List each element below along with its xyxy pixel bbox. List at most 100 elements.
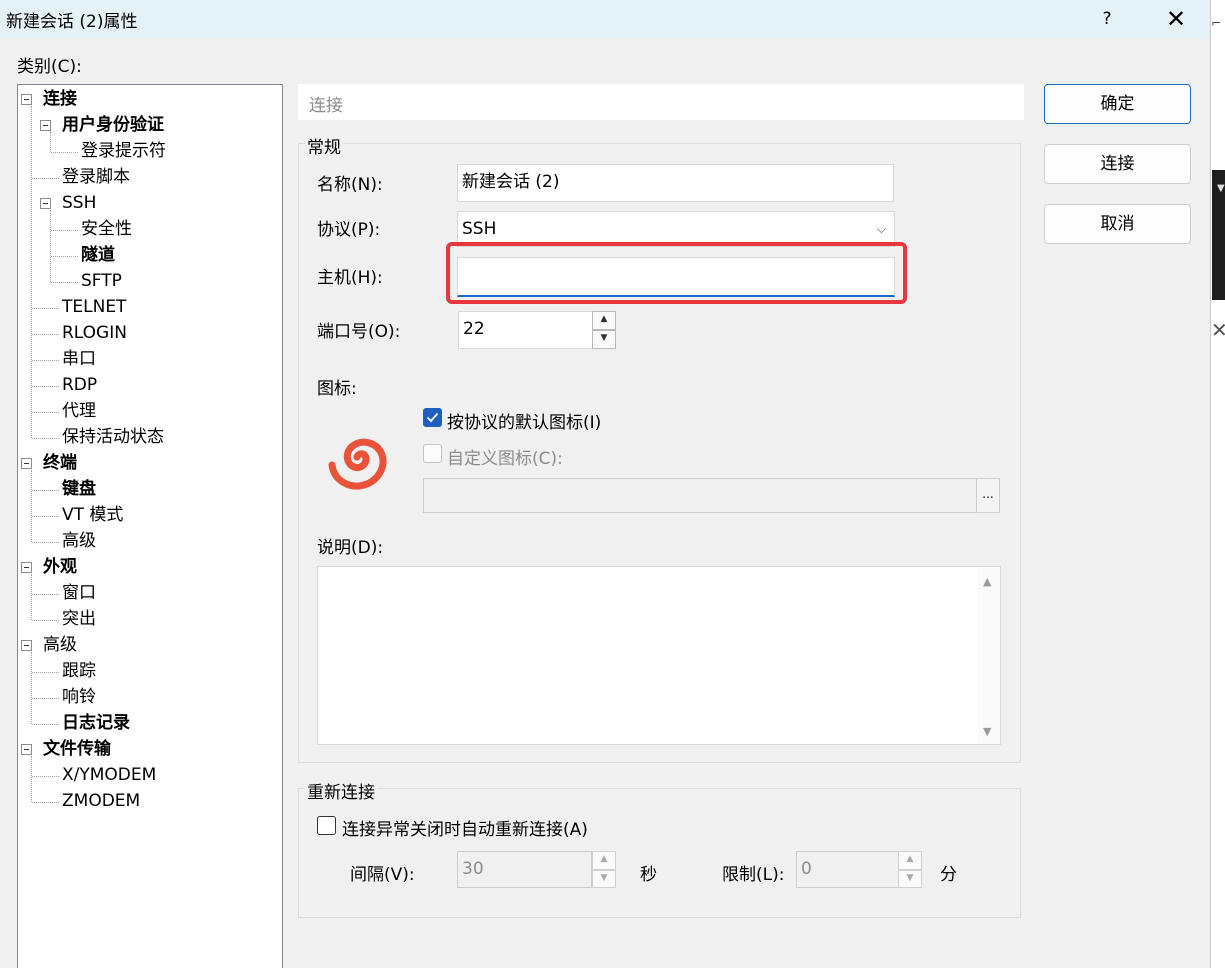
tree-item[interactable]: 窗口: [62, 581, 96, 605]
tree-connector-line: [32, 594, 59, 595]
tree-item[interactable]: 连接: [43, 87, 77, 111]
spin-up-icon[interactable]: ▲: [898, 851, 922, 870]
tree-connector-line: [32, 438, 59, 439]
tree-connector-line: [32, 698, 59, 699]
custom-icon-path-input[interactable]: [423, 478, 977, 513]
spin-up-icon[interactable]: ▲: [592, 851, 616, 870]
tree-item[interactable]: 突出: [62, 607, 96, 631]
name-label: 名称(N):: [317, 175, 383, 195]
session-logo-icon: [328, 438, 387, 490]
tree-connector-line: [32, 542, 59, 543]
tree-item[interactable]: 键盘: [62, 477, 96, 501]
tree-item[interactable]: 用户身份验证: [62, 113, 164, 137]
cancel-button[interactable]: 取消: [1044, 204, 1191, 244]
name-input[interactable]: 新建会话 (2): [457, 164, 894, 202]
tree-item[interactable]: SSH: [62, 191, 96, 215]
tree-connector-line: [32, 776, 59, 777]
limit-label: 限制(L):: [722, 865, 785, 885]
tree-item[interactable]: 外观: [43, 555, 77, 579]
protocol-label: 协议(P):: [317, 220, 381, 240]
tree-item[interactable]: ZMODEM: [62, 789, 140, 813]
icon-label: 图标:: [317, 379, 357, 399]
tree-expander-icon[interactable]: [21, 744, 32, 755]
tree-guide-line: [31, 574, 32, 620]
tree-item[interactable]: 串口: [62, 347, 96, 371]
spin-up-icon[interactable]: ▲: [592, 311, 616, 330]
tree-item[interactable]: 高级: [62, 529, 96, 553]
custom-icon-label: 自定义图标(C):: [447, 449, 563, 469]
tree-item[interactable]: 跟踪: [62, 659, 96, 683]
connect-button[interactable]: 连接: [1044, 144, 1191, 184]
description-label: 说明(D):: [317, 538, 384, 558]
protocol-value: SSH: [462, 219, 497, 239]
tree-item[interactable]: 高级: [43, 633, 77, 657]
tree-item[interactable]: 隧道: [81, 243, 115, 267]
port-input[interactable]: 22: [458, 311, 593, 349]
description-textarea[interactable]: ▲ ▼: [317, 566, 1001, 745]
tree-item[interactable]: 文件传输: [43, 737, 111, 761]
tree-expander-icon[interactable]: [21, 458, 32, 469]
interval-spinner[interactable]: ▲ ▼: [592, 851, 616, 888]
background-window-glyph: ⌐: [1211, 16, 1222, 30]
close-icon[interactable]: ✕: [1160, 4, 1192, 34]
window-title: 新建会话 (2)属性: [6, 12, 138, 32]
tree-item[interactable]: X/YMODEM: [62, 763, 156, 787]
title-bar: [0, 0, 1210, 38]
spin-down-icon[interactable]: ▼: [592, 330, 616, 349]
tree-expander-icon[interactable]: [40, 120, 51, 131]
custom-icon-checkbox[interactable]: [423, 444, 442, 463]
section-title: 连接: [309, 96, 343, 116]
tree-guide-line: [31, 756, 32, 802]
reconnect-legend: 重新连接: [305, 778, 377, 803]
interval-input[interactable]: 30: [457, 851, 592, 888]
tree-item[interactable]: SFTP: [81, 269, 122, 293]
tree-connector-line: [32, 178, 59, 179]
tree-item[interactable]: 登录提示符: [81, 139, 166, 163]
tree-item[interactable]: 终端: [43, 451, 77, 475]
tree-connector-line: [32, 672, 59, 673]
tree-connector-line: [32, 412, 59, 413]
tree-item[interactable]: VT 模式: [62, 503, 123, 527]
tree-connector-line: [32, 386, 59, 387]
tree-item[interactable]: 响铃: [62, 685, 96, 709]
tree-item[interactable]: 代理: [62, 399, 96, 423]
checkmark-icon: [426, 412, 439, 423]
port-spinner[interactable]: ▲ ▼: [592, 311, 616, 349]
host-label: 主机(H):: [317, 268, 383, 288]
limit-unit: 分: [940, 865, 957, 885]
tree-item[interactable]: 保持活动状态: [62, 425, 164, 449]
browse-icon-button[interactable]: ...: [976, 478, 1000, 513]
tree-item[interactable]: TELNET: [62, 295, 126, 319]
section-header: [298, 84, 1024, 120]
tree-item[interactable]: 登录脚本: [62, 165, 130, 189]
tree-expander-icon[interactable]: [21, 94, 32, 105]
tree-connector-line: [51, 256, 78, 257]
spin-down-icon[interactable]: ▼: [898, 869, 922, 888]
help-button[interactable]: ?: [1092, 4, 1122, 34]
tree-guide-line: [31, 470, 32, 542]
tree-expander-icon[interactable]: [21, 640, 32, 651]
auto-reconnect-checkbox[interactable]: [317, 816, 336, 835]
category-label: 类别(C):: [17, 57, 82, 77]
interval-label: 间隔(V):: [350, 865, 415, 885]
description-scrollbar[interactable]: ▲ ▼: [978, 567, 1000, 744]
scroll-down-icon[interactable]: ▼: [983, 725, 991, 738]
tree-item[interactable]: RDP: [62, 373, 97, 397]
default-icon-checkbox[interactable]: [423, 408, 442, 427]
spin-down-icon[interactable]: ▼: [592, 869, 616, 888]
tree-connector-line: [32, 308, 59, 309]
tree-item[interactable]: 日志记录: [62, 711, 130, 735]
category-tree[interactable]: 连接 用户身份验证 登录提示符 登录脚本 SSH 安全性 隧道 SFTP TELNET RLOGI…: [17, 84, 283, 968]
tree-expander-icon[interactable]: [21, 562, 32, 573]
tree-connector-line: [32, 360, 59, 361]
scroll-up-icon[interactable]: ▲: [983, 575, 991, 588]
tree-expander-icon[interactable]: [40, 198, 51, 209]
ok-button[interactable]: 确定: [1044, 84, 1191, 124]
tree-item[interactable]: RLOGIN: [62, 321, 127, 345]
limit-spinner[interactable]: ▲ ▼: [898, 851, 922, 888]
tree-connector-line: [51, 282, 78, 283]
tree-item[interactable]: 安全性: [81, 217, 132, 241]
auto-reconnect-label: 连接异常关闭时自动重新连接(A): [342, 820, 588, 840]
limit-input[interactable]: 0: [796, 851, 899, 888]
tree-connector-line: [51, 152, 78, 153]
